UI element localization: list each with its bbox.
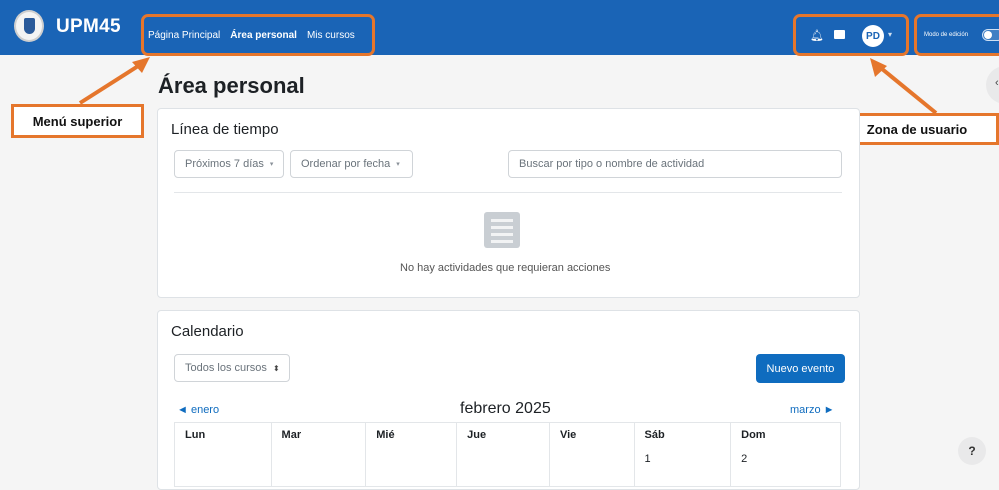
arrow-right-icon: ► <box>820 404 835 416</box>
timeline-day-filter-label: Próximos 7 días <box>185 158 264 170</box>
new-event-button[interactable]: Nuevo evento <box>756 354 845 383</box>
calendar-day-cell[interactable] <box>174 446 272 487</box>
top-menu-arrowhead <box>132 57 150 73</box>
chevron-down-icon: ▾ <box>396 161 400 168</box>
calendar-day-cell[interactable]: 1 <box>633 446 732 487</box>
calendar-grid: Lun Mar Mié Jue Vie Sáb Dom 1 2 <box>174 422 841 487</box>
timeline-divider <box>174 192 842 193</box>
calendar-day-cell[interactable] <box>456 446 550 487</box>
chevron-down-icon: ▾ <box>269 161 274 168</box>
weekday-header: Dom <box>730 422 841 447</box>
user-zone-arrowhead <box>870 58 887 77</box>
weekday-header: Mar <box>270 422 367 447</box>
weekday-header: Jue <box>456 422 550 447</box>
timeline-search-input[interactable] <box>508 150 842 178</box>
empty-list-icon <box>484 212 520 248</box>
calendar-day-cell[interactable]: 2 <box>730 446 841 487</box>
sort-updown-icon: ⬍ <box>272 363 280 373</box>
current-month-heading: febrero 2025 <box>460 400 551 417</box>
calendar-day-cell[interactable] <box>548 446 635 487</box>
user-zone-arrow <box>874 62 938 115</box>
help-button[interactable]: ? <box>958 437 986 465</box>
weekday-header: Sáb <box>633 422 732 447</box>
calendar-day-cell[interactable] <box>365 446 458 487</box>
calendar-day-cell[interactable] <box>270 446 367 487</box>
arrow-left-icon: ◄ <box>177 404 191 416</box>
top-menu-arrow <box>78 59 148 105</box>
top-menu-callout: Menú superior <box>11 104 144 138</box>
weekday-header: Lun <box>174 422 272 447</box>
next-month-label: marzo <box>790 404 821 416</box>
calendar-course-filter-label: Todos los cursos <box>185 362 267 374</box>
timeline-title: Línea de tiempo <box>171 121 279 138</box>
weekday-header-row: Lun Mar Mié Jue Vie Sáb Dom <box>174 422 841 447</box>
calendar-title: Calendario <box>171 323 244 340</box>
timeline-empty-message: No hay actividades que requieran accione… <box>400 262 611 274</box>
weekday-header: Mié <box>365 422 458 447</box>
calendar-week-row: 1 2 <box>174 446 841 487</box>
timeline-sort-label: Ordenar por fecha <box>301 158 391 170</box>
previous-month-label: enero <box>190 404 220 416</box>
timeline-sort-select[interactable]: Ordenar por fecha ▾ <box>290 150 413 178</box>
weekday-header: Vie <box>548 422 635 447</box>
timeline-day-filter[interactable]: Próximos 7 días ▾ <box>174 150 284 178</box>
previous-month-link[interactable]: ◄ enero <box>177 404 219 416</box>
page-title: Área personal <box>158 73 305 98</box>
calendar-course-filter[interactable]: Todos los cursos ⬍ <box>174 354 290 382</box>
chevron-left-icon: ‹ <box>995 77 999 89</box>
next-month-link[interactable]: marzo ► <box>790 404 835 416</box>
